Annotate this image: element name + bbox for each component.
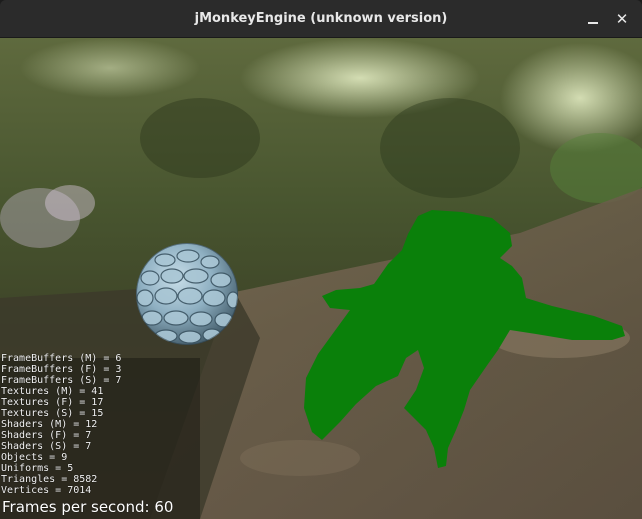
stats-list: FrameBuffers (M) = 6 FrameBuffers (F) = … xyxy=(1,353,121,496)
app-window: jMonkeyEngine (unknown version) ✕ FrameB… xyxy=(0,0,642,519)
window-title: jMonkeyEngine (unknown version) xyxy=(194,11,448,26)
stats-line-shaders-f: Shaders (F) = 7 xyxy=(1,430,92,441)
close-icon: ✕ xyxy=(615,10,629,28)
title-bar[interactable]: jMonkeyEngine (unknown version) ✕ xyxy=(0,0,642,38)
stats-line-textures-f: Textures (F) = 17 xyxy=(1,397,104,408)
canopy-light xyxy=(20,38,200,98)
sun-patch xyxy=(240,440,360,476)
minimize-icon xyxy=(588,22,598,24)
stats-line-textures-m: Textures (M) = 41 xyxy=(1,386,104,397)
stats-line-vertices: Vertices = 7014 xyxy=(1,485,92,496)
stats-line-objects: Objects = 9 xyxy=(1,452,68,463)
stats-line-textures-s: Textures (S) = 15 xyxy=(1,408,104,419)
minimize-button[interactable] xyxy=(580,6,606,32)
stats-line-framebuffers-m: FrameBuffers (M) = 6 xyxy=(1,353,122,364)
stats-line-shaders-m: Shaders (M) = 12 xyxy=(1,419,98,430)
foliage-shadow xyxy=(140,98,260,178)
stats-line-framebuffers-f: FrameBuffers (F) = 3 xyxy=(1,364,122,375)
stats-line-shaders-s: Shaders (S) = 7 xyxy=(1,441,92,452)
flower-patch xyxy=(45,185,95,221)
render-viewport[interactable]: FrameBuffers (M) = 6 FrameBuffers (F) = … xyxy=(0,38,642,519)
stats-line-framebuffers-s: FrameBuffers (S) = 7 xyxy=(1,375,122,386)
close-button[interactable]: ✕ xyxy=(609,6,635,32)
fps-counter: Frames per second: 60 xyxy=(2,498,174,516)
stats-line-uniforms: Uniforms = 5 xyxy=(1,463,74,474)
foliage-shadow xyxy=(380,98,520,198)
stats-line-triangles: Triangles = 8582 xyxy=(1,474,98,485)
